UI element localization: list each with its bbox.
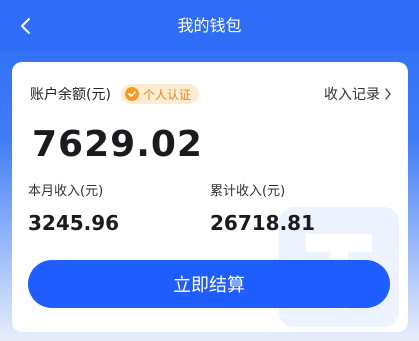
balance-label: 账户余额(元): [30, 87, 111, 103]
wallet-card: 账户余额(元) 个人认证 收入记录 7629.02 本月收入(元) 3245.9…: [12, 62, 408, 332]
total-income-value: 26718.81: [210, 211, 316, 235]
check-circle-icon: [124, 87, 139, 101]
income-records-link[interactable]: 收入记录: [324, 84, 392, 104]
verification-badge: 个人认证: [120, 84, 199, 104]
badge-label: 个人认证: [142, 87, 191, 102]
monthly-income-value: 3245.96: [28, 211, 120, 235]
header-bar: 我的钱包: [0, 0, 419, 52]
page-title: 我的钱包: [177, 16, 242, 35]
income-records-label: 收入记录: [324, 87, 380, 103]
total-income-label: 累计收入(元): [210, 184, 286, 199]
balance-header: 账户余额(元) 个人认证 收入记录: [30, 82, 392, 106]
settle-now-button[interactable]: 立即结算: [28, 260, 390, 308]
total-income: 累计收入(元) 26718.81: [210, 180, 315, 235]
balance-amount: 7629.02: [32, 124, 203, 165]
chevron-right-icon: [385, 88, 391, 100]
monthly-income-label: 本月收入(元): [28, 184, 104, 199]
monthly-income: 本月收入(元) 3245.96: [28, 180, 119, 235]
